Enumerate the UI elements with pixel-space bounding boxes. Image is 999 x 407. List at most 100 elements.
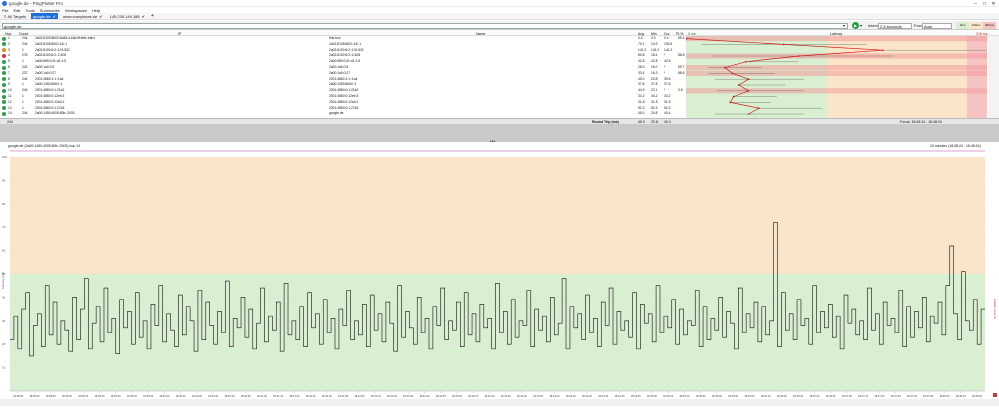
window-controls: – □ ✕ — [971, 0, 998, 7]
table-row[interactable]: 2 244 2a02:8108:8001:16::1 2a02:8108:8001:1… — [0, 42, 686, 47]
y-tick-label: 100 — [2, 155, 7, 159]
play-options-chevron-icon[interactable]: ▾ — [860, 23, 862, 28]
vertical-scrollbar[interactable] — [988, 36, 999, 118]
tab-google[interactable]: google.de ✔ — [31, 13, 58, 19]
hop-name: 2001:4860:0:1:27a3 — [329, 105, 359, 110]
hop-latency-point — [758, 107, 760, 109]
col-min[interactable]: Min — [651, 32, 657, 36]
x-tick-label: 18:39:50 — [143, 394, 154, 398]
col-count[interactable]: Count — [19, 32, 28, 36]
add-tab-icon[interactable]: + — [151, 13, 154, 19]
col-avg[interactable]: Avg — [638, 32, 644, 36]
table-row[interactable]: 9 1 2a00:1450:80b0::1 2a00:1450:80b0::1 37.8… — [0, 82, 686, 87]
x-tick-label: 18:42:40 — [419, 394, 430, 398]
hop-ip: 2001:4860:1:1::1a4 — [35, 76, 64, 81]
table-row[interactable]: 1 244 2a02:8109:8b00:5d46:d,b3a:fff:fe6c:e… — [0, 36, 686, 41]
hop-name: 2001:4860:0:12eb:3 — [329, 94, 359, 98]
table-row[interactable]: 11 1 2001:4860:0:12eb:3 2001:4860:0:12eb:3 3… — [0, 94, 686, 99]
x-tick-label: 18:45:30 — [696, 394, 707, 398]
x-tick-label: 18:40:30 — [208, 394, 219, 398]
x-tick-label: 18:47:20 — [874, 394, 885, 398]
y-tick-label: 60 — [2, 249, 6, 253]
target-tabs: ≡ All Targets google.de ✔ www.crazyfaces.… — [0, 13, 999, 20]
target-input[interactable]: google.de — [2, 22, 848, 29]
hop-cur: 39.6 — [664, 76, 671, 81]
hop-ip: 2a00:1a0:0:27 — [35, 70, 57, 75]
x-tick-label: 18:48:10 — [956, 394, 967, 398]
hop-cur: 193.6 — [664, 41, 673, 46]
col-name[interactable]: Name — [476, 32, 485, 36]
tab-all-targets[interactable]: ≡ All Targets — [2, 13, 28, 19]
menu-tools[interactable]: Tools — [25, 8, 34, 13]
table-row[interactable]: 10 244 2001:4860:0:1:21a2 2001:4860:0:1:21a… — [0, 88, 686, 93]
hop-min: 34.2 — [651, 94, 658, 98]
interval-select[interactable]: 2.5 seconds — [878, 22, 912, 29]
x-tick-label: 18:44:10 — [566, 394, 577, 398]
col-latency-max: 216 ms — [976, 31, 988, 36]
hop-number: 6 — [8, 65, 10, 69]
hop-avg: 52.3 — [638, 105, 645, 110]
table-row[interactable]: 13 1 2001:4860:0:1:27a3 2001:4860:0:1:27a3 5… — [0, 106, 686, 111]
col-latency[interactable]: Latency — [830, 32, 842, 36]
x-tick-label: 18:41:30 — [306, 394, 317, 398]
menu-summaries[interactable]: Summaries — [40, 8, 60, 13]
hop-avg: 141.2 — [638, 47, 647, 52]
hop-avg: 70.1 — [638, 41, 645, 46]
hop-cur: * — [664, 88, 666, 93]
hop-count: 1 — [22, 94, 24, 98]
tab-crazyfaces[interactable]: www.crazyfaces.de ✔ — [61, 13, 105, 19]
hop-number: 1 — [8, 36, 10, 40]
play-button[interactable]: ▶ — [852, 22, 859, 29]
graph-range: 10 minutes (18:38:24 - 18:48:24) — [930, 144, 981, 148]
status-icon — [2, 71, 6, 76]
x-tick-label: 18:40:10 — [176, 394, 187, 398]
hop-number: 7 — [8, 70, 10, 75]
table-row[interactable]: 8 244 2001:4860:1:1::1a4 2001:4860:1:1::1a4… — [0, 77, 686, 82]
table-row[interactable]: 6 242 2a00:1a0:0:5 2a00:1a0:0:5 28.0 16.0 * 69.… — [0, 65, 686, 70]
menu-file[interactable]: File — [2, 8, 8, 13]
table-row[interactable]: 7 237 2a00:1a0:0:27 2a00:1a0:0:27 33.4 16.3 * 8… — [0, 71, 686, 76]
x-tick-label: 18:45:00 — [647, 394, 658, 398]
hop-cur: * — [664, 70, 666, 75]
hop-name: google.de — [329, 111, 344, 116]
x-tick-label: 18:44:00 — [549, 394, 560, 398]
hop-pl: 88.8 — [678, 70, 685, 75]
x-tick-label: 18:46:20 — [777, 394, 788, 398]
hop-count: 244 — [22, 111, 28, 116]
latency-legend: 0ms 100ms 200ms — [956, 22, 996, 29]
table-row[interactable]: 4 278 2a02:8100:6:2::2:406 2a02:8100:6:2::2… — [0, 53, 686, 58]
menu-edit[interactable]: Edit — [13, 8, 20, 13]
x-tick-label: 18:44:40 — [614, 394, 625, 398]
col-pl[interactable]: PL% — [676, 32, 683, 36]
hop-count: 278 — [22, 53, 28, 58]
col-hop[interactable]: Hop — [5, 32, 11, 36]
hop-avg: 45.0 — [638, 76, 645, 81]
hop-latency-point — [797, 55, 800, 57]
x-tick-label: 18:47:10 — [858, 394, 869, 398]
maximize-button[interactable]: □ — [980, 0, 989, 7]
col-cur[interactable]: Cur — [664, 32, 670, 36]
status-icon — [2, 88, 6, 93]
menu-workspaces[interactable]: Workspaces — [65, 8, 87, 13]
x-tick-label: 18:44:50 — [631, 394, 642, 398]
col-ip[interactable]: IP — [178, 32, 181, 36]
table-row[interactable]: 3 1 2a02:8100:6:2::101:531 2a02:8100:6:2::1… — [0, 48, 686, 53]
tab-ip-target[interactable]: 145.239.149.188 ✔ — [108, 13, 147, 19]
hop-number: 5 — [8, 59, 10, 64]
hop-name: 2001:4860:0:12a3:1 — [329, 99, 359, 104]
hop-min: 20.8 — [651, 76, 658, 81]
hop-avg: 31.8 — [638, 99, 645, 104]
minimize-button[interactable]: – — [971, 0, 980, 7]
x-tick-label: 18:38:40 — [29, 394, 40, 398]
table-row[interactable]: 14 244 2a00:1450:4005:80b::2003 google.de 45… — [0, 111, 686, 116]
table-row[interactable]: 5 1 2a00:6ff0:0:2f::d1:1:5 2a00:6ff0:0:2f::… — [0, 59, 686, 64]
table-row[interactable]: 12 1 2001:4860:0:12a3:1 2001:4860:0:12a3:1 3… — [0, 100, 686, 105]
x-tick-label: 18:43:10 — [468, 394, 479, 398]
close-button[interactable]: ✕ — [989, 0, 998, 7]
focus-select[interactable]: Auto — [922, 22, 952, 29]
menu-help[interactable]: Help — [92, 8, 100, 13]
hop-number: 10 — [8, 88, 12, 93]
chevron-down-icon[interactable]: ▾ — [843, 23, 845, 28]
x-tick-label: 18:46:10 — [761, 394, 772, 398]
x-tick-label: 18:42:10 — [371, 394, 382, 398]
